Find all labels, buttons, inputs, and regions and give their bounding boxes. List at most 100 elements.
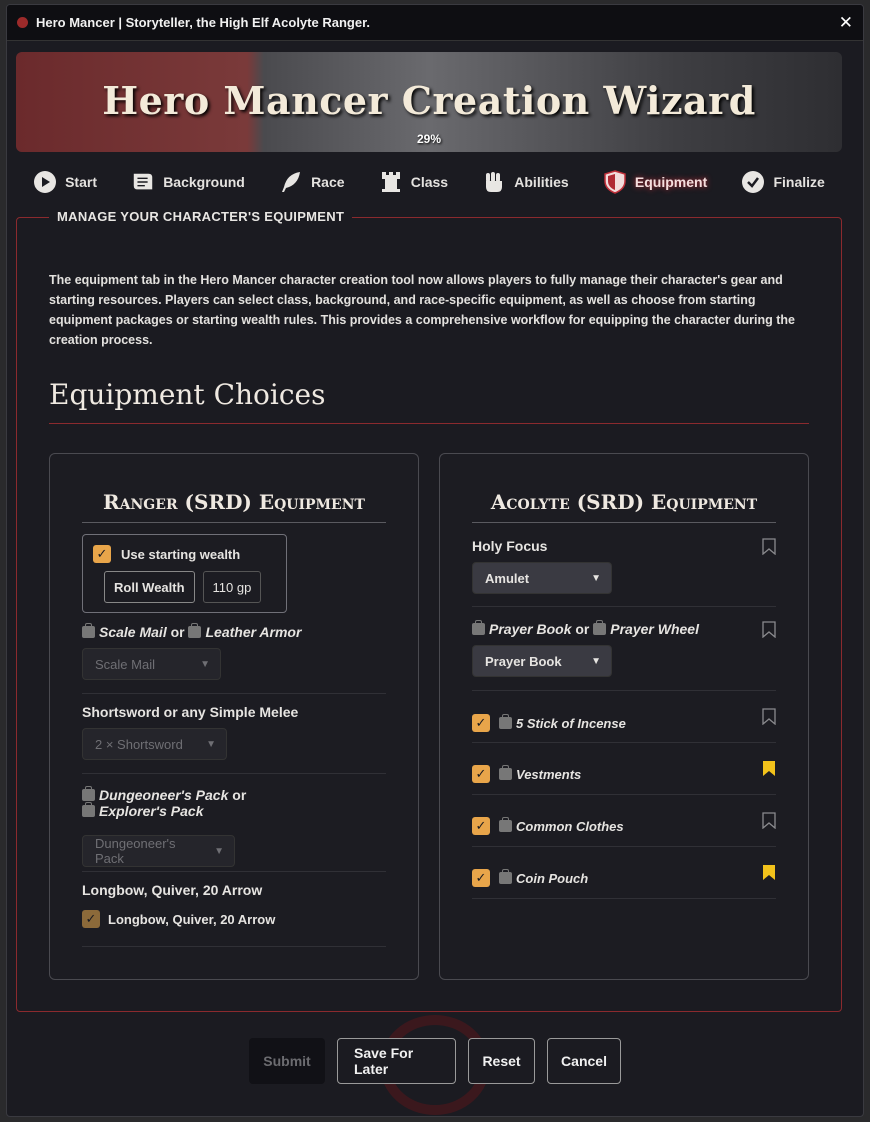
cancel-button[interactable]: Cancel (547, 1038, 621, 1084)
backpack-icon (82, 802, 95, 817)
bookmark-filled-icon[interactable] (762, 760, 776, 777)
equipment-item: ✓ Common Clothes (472, 806, 776, 847)
bookmark-icon[interactable] (762, 812, 776, 829)
tab-label: Background (163, 174, 245, 190)
tab-label: Abilities (514, 174, 569, 190)
tab-label: Start (65, 174, 97, 190)
close-icon[interactable]: ✕ (839, 13, 853, 33)
equipment-item: ✓ Vestments (472, 754, 776, 795)
play-icon (33, 170, 57, 194)
bookmark-icon[interactable] (762, 621, 776, 638)
prayer-option-2: Prayer Wheel (610, 621, 699, 637)
pack-option-1: Dungeoneer's Pack (99, 787, 229, 803)
backpack-icon (499, 868, 512, 884)
holy-focus-select[interactable]: Amulet ▼ (472, 562, 612, 594)
or-text: or (232, 787, 247, 803)
holy-focus-choice: Holy Focus Amulet ▼ (472, 538, 776, 607)
window-title: Hero Mancer | Storyteller, the High Elf … (36, 15, 371, 30)
item-checkbox[interactable]: ✓ (472, 869, 490, 887)
pack-select[interactable]: Dungeoneer's Pack ▼ (82, 835, 235, 867)
scroll-icon (131, 170, 155, 194)
tab-label: Race (311, 174, 345, 190)
class-equipment-column: Ranger (SRD) Equipment ✓ Use starting we… (49, 453, 419, 980)
wizard-tabs: Start Background Race Class Abilities Eq… (16, 160, 842, 204)
tab-class[interactable]: Class (379, 170, 448, 194)
weapon-choice-label: Shortsword or any Simple Melee (82, 704, 299, 720)
weapon-choice: Shortsword or any Simple Melee 2 × Short… (82, 704, 386, 774)
armor-option-2: Leather Armor (205, 624, 302, 640)
column-title: Acolyte (SRD) Equipment (472, 490, 776, 523)
footer-actions: Submit Save For Later Reset Cancel (0, 1038, 870, 1084)
backpack-icon (499, 764, 512, 780)
starting-wealth-checkbox[interactable]: ✓ (93, 545, 111, 563)
or-text: or (170, 624, 185, 640)
section-title: Equipment Choices (49, 378, 809, 424)
equipment-item: ✓ Coin Pouch (472, 858, 776, 899)
tab-abilities[interactable]: Abilities (482, 170, 569, 194)
pack-choice: Dungeoneer's Pack or Explorer's Pack Dun… (82, 786, 386, 872)
item-label: 5 Stick of Incense (516, 715, 626, 731)
intro-text: The equipment tab in the Hero Mancer cha… (49, 273, 795, 347)
item-checkbox[interactable]: ✓ (472, 714, 490, 732)
tab-label: Class (410, 174, 449, 190)
tab-race[interactable]: Race (279, 170, 345, 194)
tab-finalize[interactable]: Finalize (741, 170, 825, 194)
panel-legend: MANAGE YOUR CHARACTER'S EQUIPMENT (49, 209, 353, 224)
prayer-select[interactable]: Prayer Book ▼ (472, 645, 612, 677)
app-icon (17, 17, 28, 28)
chevron-down-icon: ▼ (591, 655, 601, 667)
submit-button[interactable]: Submit (249, 1038, 325, 1084)
item-checkbox[interactable]: ✓ (472, 817, 490, 835)
select-value: Scale Mail (95, 656, 155, 672)
backpack-icon (499, 816, 512, 832)
roll-wealth-button[interactable]: Roll Wealth (104, 571, 195, 603)
tab-equipment[interactable]: Equipment (603, 170, 707, 194)
progress-text: 29% (416, 132, 442, 146)
item-label: Vestments (516, 766, 582, 782)
chevron-down-icon: ▼ (214, 845, 224, 857)
feather-icon (279, 170, 303, 194)
tab-start[interactable]: Start (33, 170, 97, 194)
chevron-down-icon: ▼ (206, 738, 216, 750)
reset-button[interactable]: Reset (468, 1038, 535, 1084)
shield-icon (603, 170, 627, 194)
or-text: or (575, 621, 590, 637)
holy-focus-label: Holy Focus (472, 538, 548, 554)
item-checkbox[interactable]: ✓ (472, 765, 490, 783)
background-equipment-column: Acolyte (SRD) Equipment Holy Focus Amule… (439, 453, 809, 980)
save-for-later-button[interactable]: Save For Later (337, 1038, 456, 1084)
tower-icon (379, 170, 403, 194)
armor-select[interactable]: Scale Mail ▼ (82, 648, 221, 680)
banner-title: Hero Mancer Creation Wizard (102, 78, 756, 123)
starting-wealth-box: ✓ Use starting wealth Roll Wealth 110 gp (82, 534, 287, 613)
equipment-item: ✓ 5 Stick of Incense (472, 704, 776, 743)
backpack-icon (82, 786, 95, 801)
bookmark-icon[interactable] (762, 538, 776, 555)
bow-checkbox[interactable]: ✓ (82, 910, 100, 928)
item-label: Common Clothes (516, 818, 624, 834)
starting-wealth-label: Use starting wealth (121, 546, 241, 562)
bow-choice: Longbow, Quiver, 20 Arrow ✓ Longbow, Qui… (82, 882, 386, 947)
bow-choice-label: Longbow, Quiver, 20 Arrow (82, 882, 263, 898)
weapon-select[interactable]: 2 × Shortsword ▼ (82, 728, 227, 760)
select-value: Prayer Book (485, 653, 562, 669)
item-label: Coin Pouch (516, 870, 589, 886)
fist-icon (482, 170, 506, 194)
select-value: Dungeoneer's Pack (95, 836, 176, 866)
chevron-down-icon: ▼ (591, 572, 601, 584)
pack-option-2: Explorer's Pack (99, 803, 204, 819)
bow-checkbox-label: Longbow, Quiver, 20 Arrow (108, 911, 276, 927)
backpack-icon (499, 713, 512, 729)
column-title: Ranger (SRD) Equipment (82, 490, 386, 523)
tab-background[interactable]: Background (131, 170, 245, 194)
backpack-icon (593, 620, 607, 635)
backpack-icon (472, 620, 485, 635)
prayer-choice: Prayer Book or Prayer Wheel Prayer Book ▼ (472, 620, 776, 691)
bookmark-icon[interactable] (762, 708, 776, 725)
wealth-amount-field[interactable]: 110 gp (202, 571, 262, 603)
bookmark-filled-icon[interactable] (762, 864, 776, 881)
armor-choice: Scale Mail or Leather Armor Scale Mail ▼ (82, 623, 386, 694)
select-value: 2 × Shortsword (95, 736, 183, 752)
equipment-panel: MANAGE YOUR CHARACTER'S EQUIPMENT The eq… (16, 209, 842, 1012)
chevron-down-icon: ▼ (200, 658, 210, 670)
